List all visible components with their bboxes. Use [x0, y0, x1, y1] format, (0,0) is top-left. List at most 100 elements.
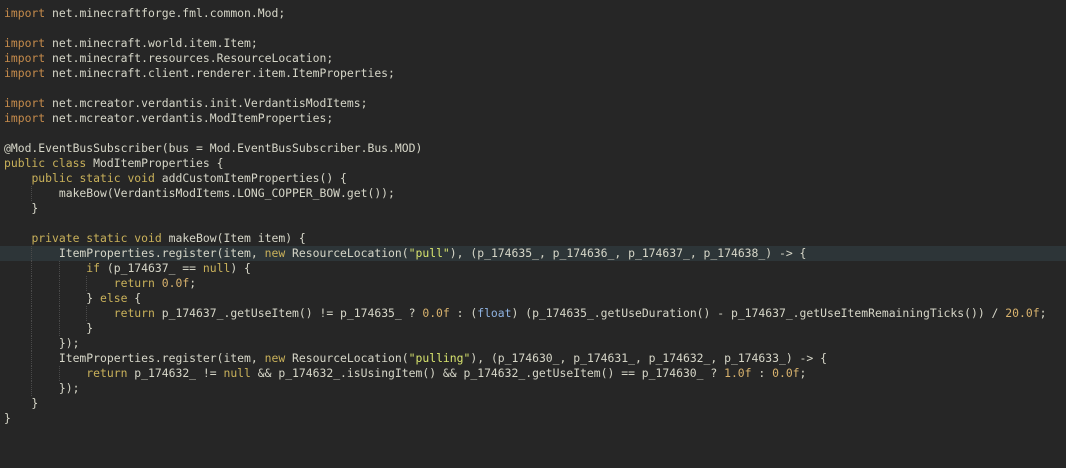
- code-token: {: [127, 291, 142, 305]
- indent-guide: [31, 351, 33, 366]
- code-token: public static void: [31, 171, 155, 185]
- code-line[interactable]: [0, 126, 1066, 141]
- code-token: && p_174632_.isUsingItem() && p_174632_.…: [250, 366, 725, 380]
- code-token: net.minecraftforge.fml.common.Mod;: [45, 6, 286, 20]
- code-token: if: [86, 261, 101, 275]
- code-line[interactable]: import net.minecraft.client.renderer.ite…: [0, 66, 1066, 81]
- code-line[interactable]: ItemProperties.register(item, new Resour…: [0, 246, 1066, 261]
- indent-guide: [58, 261, 60, 276]
- code-token: ;: [1039, 306, 1047, 320]
- code-token: net.mcreator.verdantis.init.VerdantisMod…: [45, 96, 368, 110]
- indent-guide: [58, 366, 60, 381]
- code-token: null: [223, 366, 251, 380]
- code-token: net.minecraft.resources.ResourceLocation…: [45, 51, 334, 65]
- indent-guide: [31, 276, 33, 291]
- code-token: p_174637_.getUseItem() != p_174635_ ?: [154, 306, 423, 320]
- indent-guide: [31, 186, 33, 201]
- code-token: makeBow(VerdantisModItems.LONG_COPPER_BO…: [4, 186, 395, 200]
- code-token: net.mcreator.verdantis.ModItemProperties…: [45, 111, 334, 125]
- code-token: net.minecraft.world.item.Item;: [45, 36, 258, 50]
- code-line[interactable]: } else {: [0, 291, 1066, 306]
- indent-guide: [31, 291, 33, 306]
- indent-guide: [31, 261, 33, 276]
- code-line[interactable]: import net.mcreator.verdantis.init.Verda…: [0, 96, 1066, 111]
- code-token: "pulling": [408, 351, 471, 365]
- code-token: });: [4, 381, 80, 395]
- code-token: }: [4, 396, 39, 410]
- code-line[interactable]: if (p_174637_ == null) {: [0, 261, 1066, 276]
- code-token: ;: [189, 276, 197, 290]
- code-line[interactable]: import net.minecraft.world.item.Item;: [0, 36, 1066, 51]
- code-line[interactable]: private static void makeBow(Item item) {: [0, 231, 1066, 246]
- code-line[interactable]: [0, 81, 1066, 96]
- code-token: ) (p_174635_.getUseDuration() - p_174637…: [511, 306, 1006, 320]
- code-token: 0.0f: [422, 306, 450, 320]
- code-token: ItemProperties.register(item,: [4, 351, 265, 365]
- code-token: import: [4, 36, 46, 50]
- code-token: import: [4, 66, 46, 80]
- code-line[interactable]: makeBow(VerdantisModItems.LONG_COPPER_BO…: [0, 186, 1066, 201]
- indent-guide: [58, 306, 60, 321]
- indent-guide: [31, 366, 33, 381]
- code-line[interactable]: import net.minecraft.resources.ResourceL…: [0, 51, 1066, 66]
- code-token: ) {: [230, 261, 251, 275]
- code-line[interactable]: return p_174637_.getUseItem() != p_17463…: [0, 306, 1066, 321]
- code-token: new: [264, 246, 286, 260]
- code-line[interactable]: @Mod.EventBusSubscriber(bus = Mod.EventB…: [0, 141, 1066, 156]
- code-token: }: [4, 411, 11, 425]
- code-token: "pull": [408, 246, 450, 260]
- code-line[interactable]: }: [0, 201, 1066, 216]
- indent-guide: [31, 381, 33, 396]
- indent-guide: [58, 291, 60, 306]
- code-line[interactable]: ItemProperties.register(item, new Resour…: [0, 351, 1066, 366]
- code-token: new: [264, 351, 286, 365]
- code-token: ResourceLocation(: [285, 351, 409, 365]
- code-token: ), (p_174630_, p_174631_, p_174632_, p_1…: [470, 351, 827, 365]
- indent-guide: [86, 276, 88, 291]
- code-token: import: [4, 6, 46, 20]
- code-token: 0.0f: [772, 366, 800, 380]
- code-token: return: [86, 366, 128, 380]
- code-line[interactable]: public static void addCustomItemProperti…: [0, 171, 1066, 186]
- indent-guide: [31, 306, 33, 321]
- code-line[interactable]: [0, 21, 1066, 36]
- code-token: }: [4, 201, 39, 215]
- code-line[interactable]: }: [0, 396, 1066, 411]
- code-token: ModItemProperties {: [86, 156, 224, 170]
- code-line[interactable]: public class ModItemProperties {: [0, 156, 1066, 171]
- code-token: return: [113, 276, 155, 290]
- code-editor[interactable]: import net.minecraftforge.fml.common.Mod…: [0, 0, 1066, 468]
- code-line[interactable]: import net.mcreator.verdantis.ModItemPro…: [0, 111, 1066, 126]
- indent-guide: [31, 246, 33, 261]
- code-token: : (: [449, 306, 478, 320]
- code-token: ), (p_174635_, p_174636_, p_174637_, p_1…: [449, 246, 807, 260]
- code-token: import: [4, 96, 46, 110]
- indent-guide: [58, 276, 60, 291]
- code-token: 0.0f: [161, 276, 190, 290]
- code-line[interactable]: return 0.0f;: [0, 276, 1066, 291]
- code-line[interactable]: return p_174632_ != null && p_174632_.is…: [0, 366, 1066, 381]
- code-line[interactable]: }: [0, 321, 1066, 336]
- code-token: @Mod.EventBusSubscriber(bus = Mod.EventB…: [4, 141, 423, 155]
- code-token: public class: [4, 156, 87, 170]
- code-token: import: [4, 51, 46, 65]
- code-token: makeBow(Item item) {: [161, 231, 306, 245]
- code-token: });: [4, 336, 80, 350]
- code-token: (p_174637_ ==: [100, 261, 203, 275]
- code-line[interactable]: [0, 216, 1066, 231]
- indent-guide: [31, 321, 33, 336]
- code-token: p_174632_ !=: [127, 366, 224, 380]
- code-token: 1.0f: [724, 366, 752, 380]
- code-token: addCustomItemProperties() {: [154, 171, 347, 185]
- code-token: }: [4, 321, 94, 335]
- code-line[interactable]: }: [0, 411, 1066, 426]
- code-line[interactable]: });: [0, 336, 1066, 351]
- code-line[interactable]: import net.minecraftforge.fml.common.Mod…: [0, 6, 1066, 21]
- code-token: private static void: [31, 231, 162, 245]
- code-line[interactable]: });: [0, 381, 1066, 396]
